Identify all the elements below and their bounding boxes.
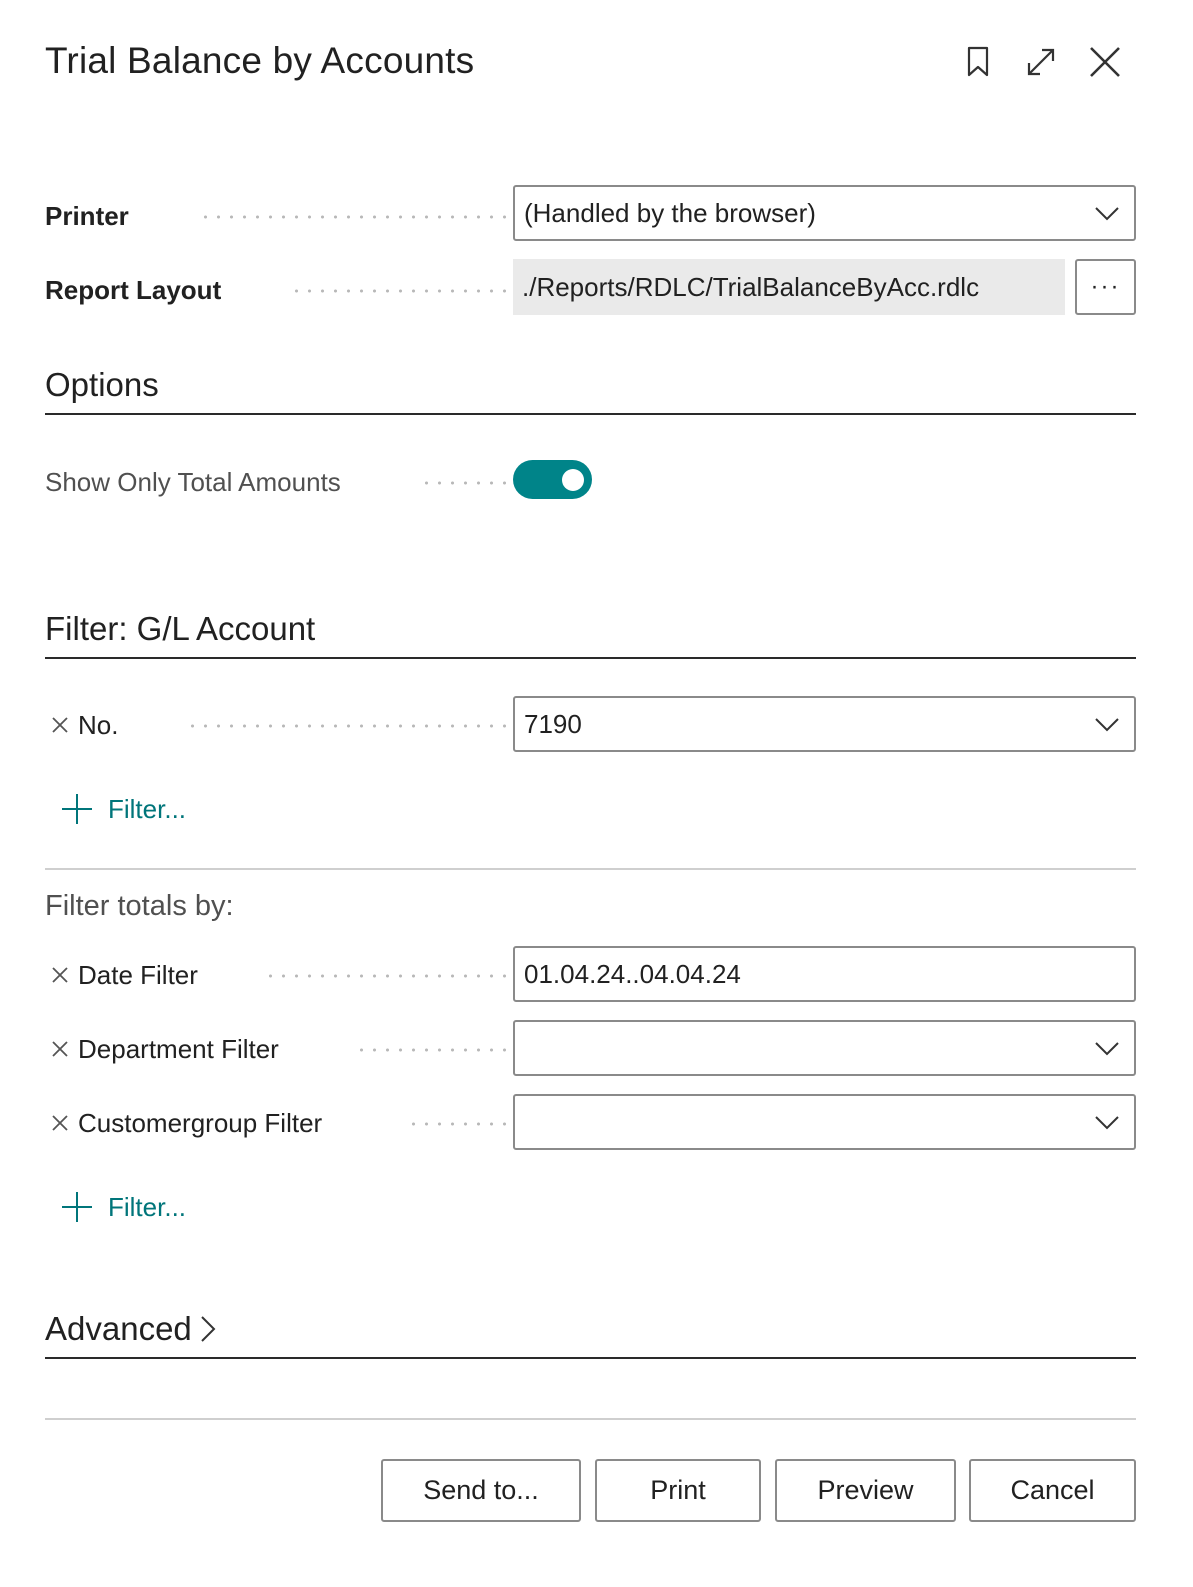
options-section-title: Options [45,366,159,403]
report-layout-label: Report Layout [45,270,537,310]
dialog-title: Trial Balance by Accounts [45,40,475,81]
preview-button[interactable]: Preview [775,1459,956,1522]
department-filter-select[interactable] [513,1020,1136,1076]
chevron-down-icon [1095,718,1119,732]
report-layout-field: ./Reports/RDLC/TrialBalanceByAcc.rdlc [513,259,1065,315]
advanced-section-toggle[interactable]: Advanced [45,1310,218,1348]
filter-totals-heading: Filter totals by: [45,890,234,922]
filter-gl-divider [45,657,1136,659]
chevron-down-icon [1095,1042,1119,1056]
no-filter-input[interactable]: 7190 [513,696,1136,752]
department-filter-label: Department Filter [45,1029,537,1069]
chevron-down-icon [1095,1116,1119,1130]
close-icon[interactable] [1085,42,1125,82]
add-totals-filter-link[interactable]: Filter... [60,1190,186,1224]
expand-icon[interactable] [1021,42,1061,82]
date-filter-input[interactable]: 01.04.24..04.04.24 [513,946,1136,1002]
remove-filter-icon[interactable] [51,1114,69,1132]
plus-icon [62,794,92,824]
options-divider [45,413,1136,415]
filter-totals-divider [45,868,1136,870]
plus-icon [62,1192,92,1222]
print-button[interactable]: Print [595,1459,761,1522]
report-layout-assist-button[interactable]: ··· [1075,259,1136,315]
add-gl-filter-link[interactable]: Filter... [60,792,186,826]
remove-filter-icon[interactable] [51,716,69,734]
remove-filter-icon[interactable] [51,1040,69,1058]
filter-gl-section-title: Filter: G/L Account [45,610,316,647]
send-to-button[interactable]: Send to... [381,1459,581,1522]
cancel-button[interactable]: Cancel [969,1459,1136,1522]
customergroup-filter-label: Customergroup Filter [45,1103,537,1143]
show-only-total-amounts-toggle[interactable] [513,460,592,499]
show-only-total-amounts-label: Show Only Total Amounts [45,462,537,502]
chevron-down-icon [1095,207,1119,221]
printer-label: Printer [45,196,537,236]
footer-divider [45,1418,1136,1420]
printer-select[interactable]: (Handled by the browser) [513,185,1136,241]
advanced-divider [45,1357,1136,1359]
customergroup-filter-select[interactable] [513,1094,1136,1150]
chevron-right-icon [201,1316,216,1342]
toggle-knob [562,469,584,491]
remove-filter-icon[interactable] [51,966,69,984]
date-filter-label: Date Filter [45,955,537,995]
bookmark-icon[interactable] [958,42,998,82]
no-filter-label: No. [45,705,537,745]
